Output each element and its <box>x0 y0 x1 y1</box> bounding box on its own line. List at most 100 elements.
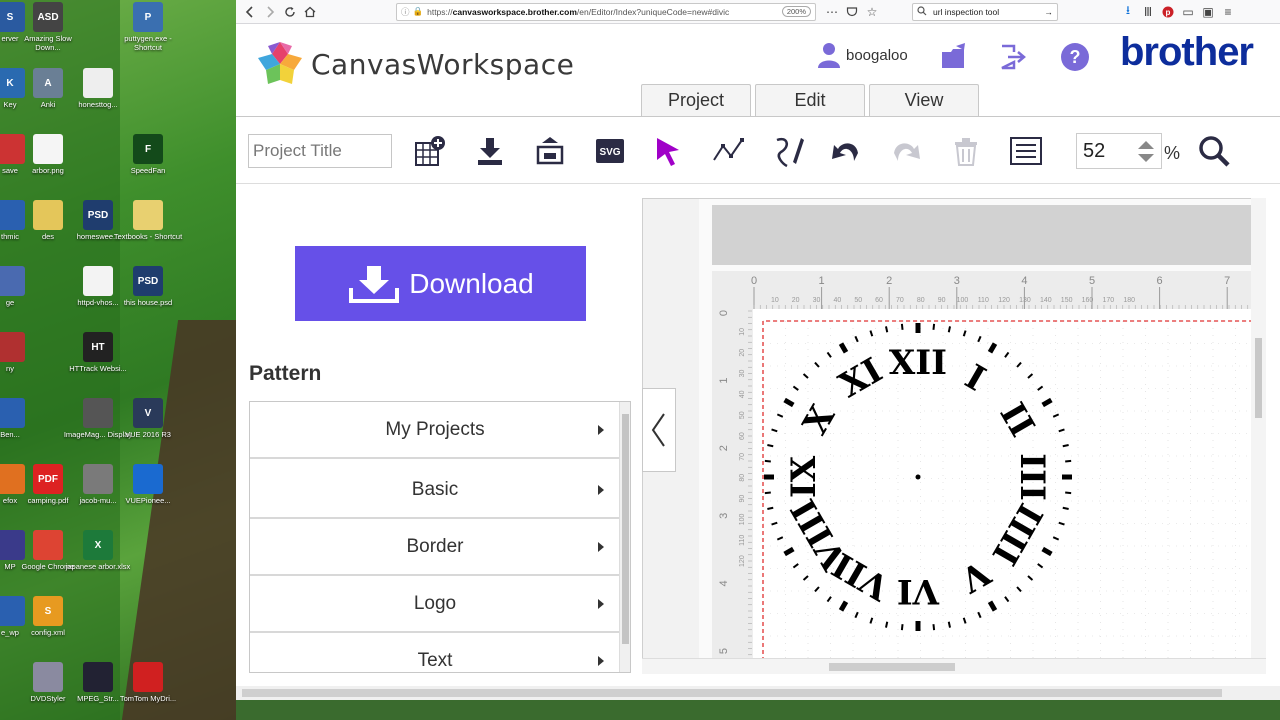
desktop-icon[interactable]: Ben... <box>0 398 46 439</box>
clock-tick <box>947 621 951 628</box>
library-icon[interactable]: Ⅲ <box>1138 2 1158 22</box>
zoom-value: 52 <box>1083 139 1106 162</box>
browser-window: ⓘ 🔒 https:// canvasworkspace.brother.com… <box>236 0 1280 720</box>
desktop-icon[interactable]: VUEPionee... <box>112 464 184 505</box>
tab-edit[interactable]: Edit <box>755 84 865 116</box>
desktop-file-icon <box>33 662 63 692</box>
undo-button[interactable] <box>826 131 866 171</box>
downloads-icon[interactable]: ⭳ <box>1118 2 1138 22</box>
ruler-minor-label: 120 <box>739 555 746 567</box>
pocket-icon[interactable] <box>842 2 862 22</box>
back-button[interactable] <box>240 2 260 22</box>
desktop-icon[interactable]: V VUE 2016 R3 <box>112 398 184 439</box>
search-bar[interactable]: url inspection tool → <box>912 2 1058 21</box>
pattern-item-my-projects[interactable]: My Projects <box>250 402 620 459</box>
tab-view[interactable]: View <box>869 84 979 116</box>
tab-project[interactable]: Project <box>641 84 751 116</box>
download-label: Download <box>409 267 534 299</box>
desktop-icon[interactable]: honesttog... <box>62 68 134 109</box>
node-path-icon <box>713 138 744 161</box>
open-folder-icon[interactable] <box>940 42 970 72</box>
export-svg-button[interactable]: SVG <box>590 131 630 171</box>
user-account[interactable]: boogaloo <box>818 42 908 68</box>
pattern-item-label: Border <box>406 535 464 557</box>
desktop-icon[interactable]: Textbooks - Shortcut <box>112 200 184 241</box>
zoom-stepper[interactable]: 52 <box>1076 133 1162 169</box>
desktop-icon[interactable]: Xjapanese arbor.xlsx <box>62 530 134 571</box>
search-query: url inspection tool <box>933 6 1000 17</box>
zoom-up-icon[interactable] <box>1137 140 1155 150</box>
pattern-item-border[interactable]: Border <box>250 519 620 576</box>
collapse-panel-button[interactable] <box>642 388 676 472</box>
project-title-input[interactable] <box>248 134 392 168</box>
ruler-major-label: 4 <box>1021 275 1027 287</box>
scrollbar-thumb[interactable] <box>622 414 629 644</box>
desktop-icon[interactable]: arbor.png <box>12 134 84 175</box>
pattern-list-scrollbar[interactable] <box>619 402 630 672</box>
zoom-indicator[interactable]: 200% <box>781 6 811 17</box>
desktop-background: Server ASD Amazing Slow Down... Pputtygen.e… <box>0 0 236 720</box>
pattern-heading: Pattern <box>249 362 322 385</box>
delete-button[interactable] <box>946 131 986 171</box>
ruler-minor-label: 110 <box>739 535 746 546</box>
draw-tool-button[interactable] <box>768 131 808 171</box>
pattern-item-text[interactable]: Text <box>250 633 620 672</box>
object-list-button[interactable] <box>1006 131 1046 171</box>
ruler-minor-label: 40 <box>739 390 746 398</box>
scrollbar-thumb[interactable] <box>242 689 1222 697</box>
redo-button[interactable] <box>886 131 926 171</box>
scrollbar-thumb[interactable] <box>829 663 955 671</box>
desktop-icon[interactable]: ny <box>0 332 46 373</box>
ruler-major-label: 5 <box>718 648 730 654</box>
home-icon[interactable] <box>300 2 320 22</box>
desktop-icon[interactable]: PSD this house.psd <box>112 266 184 307</box>
brother-logo[interactable]: brother <box>1120 30 1254 75</box>
canvas-horizontal-scrollbar[interactable] <box>642 658 1266 674</box>
design-canvas[interactable]: 0 1 2 3 4 5 6 7 10 20 30 40 50 60 70 80 90 100 110 120 130 14… <box>642 198 1266 674</box>
zoom-button[interactable] <box>1194 131 1234 171</box>
forward-button[interactable] <box>260 2 280 22</box>
ruler-minor-label: 160 <box>1082 297 1094 304</box>
clock-tick <box>764 491 771 495</box>
info-icon[interactable]: ⓘ <box>401 6 410 18</box>
logout-icon[interactable] <box>998 42 1028 72</box>
reload-icon[interactable] <box>280 2 300 22</box>
clock-center-dot <box>915 474 921 480</box>
desktop-file-icon <box>133 464 163 494</box>
sidebar-icon[interactable]: ▭ <box>1178 2 1198 22</box>
desktop-file-icon: S <box>33 596 63 626</box>
desktop-icon[interactable]: Pputtygen.exe - Shortcut <box>112 2 184 52</box>
desktop-icon[interactable]: Sconfig.xml <box>12 596 84 637</box>
desktop-icon-label: puttygen.exe - Shortcut <box>124 34 172 52</box>
edit-points-button[interactable] <box>708 131 748 171</box>
canvas-vertical-scrollbar[interactable] <box>1251 198 1266 658</box>
canvas-surface[interactable]: 0 1 2 3 4 5 6 710 20 30 40 50 60 70 80 90 100 110 120 130 14… <box>643 199 1266 674</box>
bookmark-star-icon[interactable]: ☆ <box>862 2 882 22</box>
desktop-icon[interactable]: HT HTTrack Websi... <box>62 332 134 373</box>
pinterest-icon[interactable]: p <box>1158 2 1178 22</box>
screenshot-icon[interactable]: ▣ <box>1198 2 1218 22</box>
address-bar[interactable]: ⓘ 🔒 https:// canvasworkspace.brother.com… <box>396 2 816 21</box>
desktop-icon[interactable]: ASD Amazing Slow Down... <box>12 2 84 52</box>
page-horizontal-scrollbar[interactable] <box>236 686 1280 700</box>
desktop-icon[interactable]: F SpeedFan <box>112 134 184 175</box>
new-project-button[interactable] <box>410 131 450 171</box>
desktop-icon[interactable]: ge <box>0 266 46 307</box>
transfer-button[interactable] <box>530 131 570 171</box>
desktop-file-icon <box>33 134 63 164</box>
pattern-item-logo[interactable]: Logo <box>250 576 620 633</box>
download-button[interactable]: Download <box>295 246 586 321</box>
ruler-major-label: 2 <box>886 275 892 287</box>
menu-dots-icon[interactable]: ⋯ <box>822 2 842 22</box>
select-tool-button[interactable] <box>648 131 688 171</box>
pattern-item-basic[interactable]: Basic <box>250 462 620 519</box>
scrollbar-thumb[interactable] <box>1255 338 1262 418</box>
hamburger-menu-icon[interactable]: ≡ <box>1218 2 1238 22</box>
desktop-file-icon <box>33 200 63 230</box>
canvasworkspace-logo[interactable]: CanvasWorkspace <box>256 40 574 88</box>
help-icon[interactable]: ? <box>1060 42 1090 72</box>
search-go-icon[interactable]: → <box>1045 7 1054 17</box>
zoom-down-icon[interactable] <box>1137 153 1155 163</box>
import-button[interactable] <box>470 131 510 171</box>
desktop-icon[interactable]: TomTom MyDri... <box>112 662 184 703</box>
